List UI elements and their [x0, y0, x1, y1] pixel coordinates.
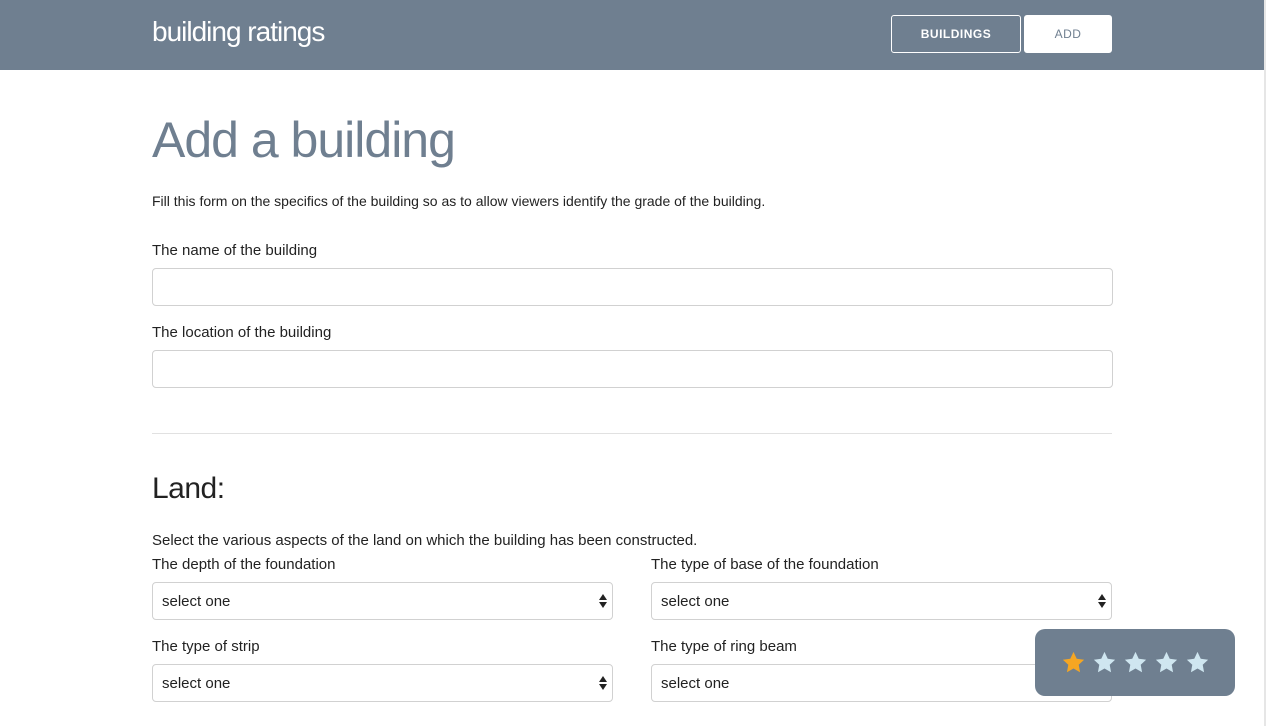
select-arrows-icon — [598, 675, 608, 691]
star-icon[interactable] — [1185, 650, 1210, 675]
page-title: Add a building — [152, 112, 456, 168]
foundation-depth-value: select one — [162, 592, 231, 610]
foundation-base-select[interactable]: select one — [651, 582, 1112, 620]
ring-beam-value: select one — [661, 674, 730, 692]
building-name-input[interactable] — [152, 268, 1113, 306]
nav-buildings-button[interactable]: BUILDINGS — [891, 15, 1021, 53]
top-navbar: building ratings BUILDINGS ADD — [0, 0, 1266, 70]
strip-type-label: The type of strip — [152, 638, 260, 655]
nav-add-button[interactable]: ADD — [1024, 15, 1112, 53]
ring-beam-label: The type of ring beam — [651, 638, 797, 655]
rating-widget — [1035, 629, 1235, 696]
select-arrows-icon — [1097, 593, 1107, 609]
name-label: The name of the building — [152, 242, 318, 259]
star-icon[interactable] — [1123, 650, 1148, 675]
star-icon[interactable] — [1061, 650, 1086, 675]
foundation-base-label: The type of base of the foundation — [651, 556, 879, 573]
section-divider — [152, 433, 1112, 434]
strip-type-value: select one — [162, 674, 231, 692]
foundation-base-value: select one — [661, 592, 730, 610]
star-icon[interactable] — [1092, 650, 1117, 675]
land-section-description: Select the various aspects of the land o… — [152, 532, 698, 549]
page-intro: Fill this form on the specifics of the b… — [152, 193, 766, 209]
brand-logo[interactable]: building ratings — [152, 16, 325, 48]
strip-type-select[interactable]: select one — [152, 664, 613, 702]
building-location-input[interactable] — [152, 350, 1113, 388]
select-arrows-icon — [598, 593, 608, 609]
location-label: The location of the building — [152, 324, 332, 341]
star-icon[interactable] — [1154, 650, 1179, 675]
foundation-depth-select[interactable]: select one — [152, 582, 613, 620]
land-section-title: Land: — [152, 472, 225, 505]
foundation-depth-label: The depth of the foundation — [152, 556, 336, 573]
